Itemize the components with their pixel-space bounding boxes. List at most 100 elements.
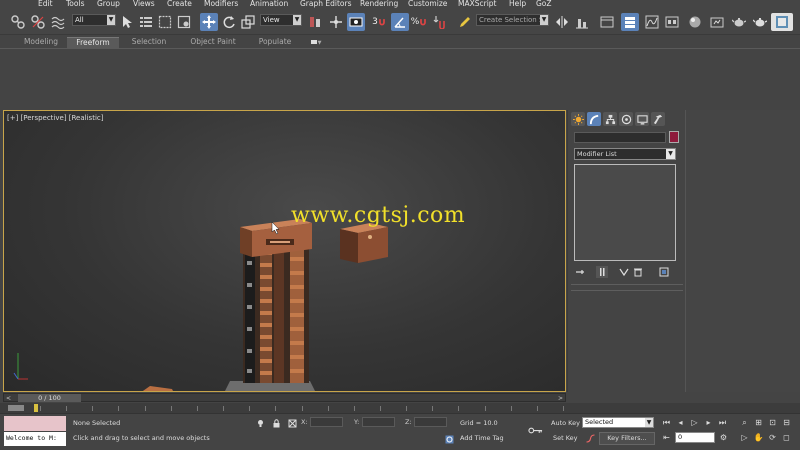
selection-lock-button[interactable] [271,418,281,428]
spinner-snap-button[interactable] [430,13,448,31]
menu-edit[interactable]: Edit [38,0,53,8]
select-and-rotate-button[interactable] [220,13,238,31]
menu-goz[interactable]: GoZ [536,0,552,8]
tab-modeling[interactable]: Modeling [15,37,67,48]
rectangular-selection-button[interactable] [156,13,174,31]
trackbar[interactable] [0,403,800,413]
menu-graph-editors[interactable]: Graph Editors [300,0,352,8]
orbit-button[interactable]: ⟳ [767,432,778,443]
mini-curve-editor-toggle[interactable] [8,405,24,411]
tab-create[interactable] [571,112,585,126]
mirror-button[interactable] [553,13,571,31]
maxscript-listener-output[interactable]: Welcome to M: [4,432,66,446]
select-and-scale-button[interactable] [239,13,257,31]
select-and-move-button[interactable] [200,13,218,31]
menu-maxscript[interactable]: MAXScript [458,0,497,8]
default-tangents-button[interactable] [585,433,595,443]
edit-named-selection-button[interactable] [456,13,474,31]
show-end-result-button[interactable] [596,266,608,278]
render-production-button[interactable] [751,13,769,31]
set-key-button[interactable]: Set Key [553,434,578,442]
percent-snap-button[interactable]: % [410,13,428,31]
ribbon-options-button[interactable]: ▼ [306,37,326,48]
go-to-end-button[interactable]: ⏭ [717,417,728,428]
tab-freeform[interactable]: Freeform [67,37,119,48]
x-coordinate-field[interactable] [310,417,343,427]
chevron-right-icon[interactable]: > [558,395,563,402]
select-and-link-button[interactable] [9,13,27,31]
object-name-field[interactable] [574,132,666,143]
bind-to-space-warp-button[interactable] [49,13,67,31]
key-filters-button[interactable]: Key Filters... [599,432,655,445]
field-of-view-button[interactable]: ▷ [739,432,750,443]
auto-key-button[interactable]: Auto Key [551,419,580,427]
pan-view-button[interactable]: ✋ [753,432,764,443]
align-button[interactable] [573,13,591,31]
reference-coordinate-dropdown[interactable]: View ▼ [260,14,302,26]
time-configuration-button[interactable]: ⚙ [718,432,729,443]
chevron-left-icon[interactable]: < [6,395,11,402]
texture-tools-button[interactable] [771,13,793,31]
menu-group[interactable]: Group [97,0,120,8]
remove-modifier-button[interactable] [632,266,644,278]
perspective-viewport[interactable]: [+] [Perspective] [Realistic] www.cgtsj.… [3,110,566,392]
menu-views[interactable]: Views [133,0,155,8]
material-editor-button[interactable] [686,13,704,31]
selection-filter-dropdown[interactable]: All ▼ [72,14,116,26]
zoom-all-button[interactable]: ⊞ [753,417,764,428]
tab-hierarchy[interactable] [603,112,617,126]
modifier-list-dropdown[interactable]: Modifier List ▼ [574,148,676,160]
previous-frame-button[interactable]: ◂ [675,417,686,428]
window-crossing-button[interactable] [175,13,193,31]
current-frame-field[interactable]: 0 [675,432,715,443]
time-slider[interactable]: < 0 / 100 > [3,393,566,402]
keyboard-shortcut-override-button[interactable] [347,13,365,31]
pin-stack-button[interactable] [574,266,586,278]
tab-utilities[interactable] [651,112,665,126]
menu-customize[interactable]: Customize [408,0,447,8]
tab-motion[interactable] [619,112,633,126]
named-selection-sets-dropdown[interactable]: Create Selection Se ▼ [476,14,549,26]
menu-animation[interactable]: Animation [250,0,288,8]
set-key-mode-button[interactable] [527,425,543,435]
key-mode-dropdown[interactable]: Selected ▼ [582,417,654,428]
select-by-name-button[interactable] [137,13,155,31]
key-mode-toggle-button[interactable]: ⇤ [661,432,672,443]
z-coordinate-field[interactable] [414,417,447,427]
use-pivot-center-button[interactable] [306,13,324,31]
maxscript-listener-input[interactable] [4,416,66,431]
add-time-tag[interactable]: Add Time Tag [460,434,504,442]
snaps-toggle-button[interactable]: 3 [370,13,388,31]
y-coordinate-field[interactable] [362,417,395,427]
zoom-extents-all-button[interactable]: ⊟ [781,417,792,428]
tab-display[interactable] [635,112,649,126]
tab-populate[interactable]: Populate [249,37,301,48]
time-tag-button[interactable] [444,434,454,444]
menu-modifiers[interactable]: Modifiers [204,0,238,8]
menu-rendering[interactable]: Rendering [360,0,398,8]
unlink-selection-button[interactable] [29,13,47,31]
next-frame-button[interactable]: ▸ [703,417,714,428]
modifier-stack-list[interactable] [574,164,676,261]
object-color-swatch[interactable] [669,131,679,143]
toggle-layer-explorer-button[interactable] [621,13,639,31]
menu-create[interactable]: Create [167,0,192,8]
curve-editor-button[interactable] [643,13,661,31]
toggle-scene-explorer-button[interactable] [598,13,616,31]
tab-selection[interactable]: Selection [123,37,175,48]
menu-tools[interactable]: Tools [66,0,84,8]
configure-modifier-sets-button[interactable] [658,266,670,278]
select-object-button[interactable] [118,13,136,31]
render-setup-button[interactable] [708,13,726,31]
go-to-start-button[interactable]: ⏮ [661,417,672,428]
maximize-viewport-button[interactable]: ◻ [781,432,792,443]
schematic-view-button[interactable] [663,13,681,31]
make-unique-button[interactable] [618,266,630,278]
angle-snap-button[interactable] [391,13,409,31]
isolate-selection-button[interactable] [255,418,265,428]
absolute-mode-button[interactable] [287,418,297,428]
select-and-manipulate-button[interactable] [327,13,345,31]
tab-modify[interactable] [587,112,601,126]
menu-help[interactable]: Help [509,0,526,8]
time-slider-thumb[interactable]: 0 / 100 [18,394,81,402]
